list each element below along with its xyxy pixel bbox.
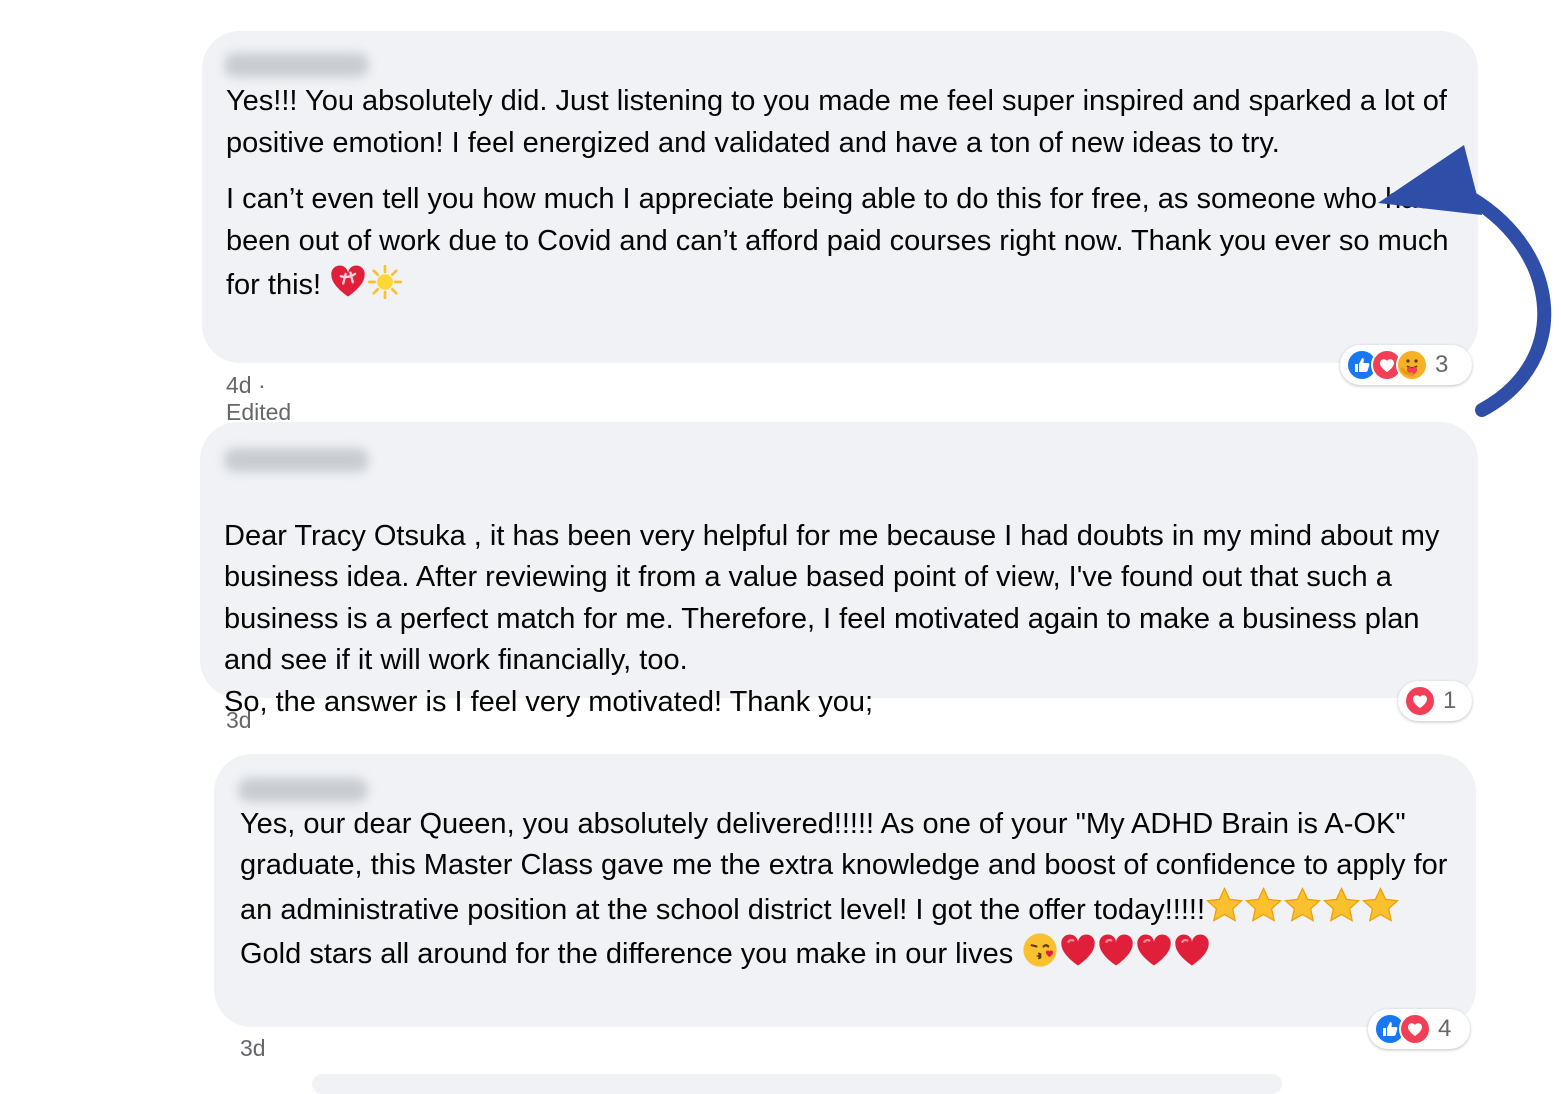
star-icon <box>1322 886 1361 925</box>
curved-arrow-icon <box>1378 145 1552 417</box>
heart-with-ribbon-icon <box>329 269 367 301</box>
comment-text: Dear Tracy Otsuka , it has been very hel… <box>224 474 1464 765</box>
comment-timestamp[interactable]: 3d <box>240 1035 266 1062</box>
author-name-blurred[interactable] <box>224 448 369 472</box>
comment-bubble: Yes, our dear Queen, you absolutely deli… <box>214 754 1476 1027</box>
comment-paragraph: Yes, our dear Queen, you absolutely deli… <box>240 808 1448 970</box>
love-icon <box>1404 685 1436 717</box>
author-name-blurred[interactable] <box>238 778 368 802</box>
comment-text: Yes, our dear Queen, you absolutely deli… <box>240 804 1460 975</box>
comment-text: Yes!!! You absolutely did. Just listenin… <box>226 81 1456 307</box>
star-icon <box>1244 886 1283 925</box>
reactions-summary[interactable]: 4 <box>1368 1009 1470 1049</box>
comment-bubble: Dear Tracy Otsuka , it has been very hel… <box>200 422 1478 718</box>
star-icon <box>1205 886 1244 925</box>
comment-paragraph: I can’t even tell you how much I appreci… <box>226 183 1449 301</box>
love-icon <box>1399 1013 1431 1045</box>
comment-paragraph: Dear Tracy Otsuka , it has been very hel… <box>224 519 1440 718</box>
star-icon <box>1283 886 1322 925</box>
comment-timestamp[interactable]: 4d · Edited <box>226 372 291 426</box>
next-comment-bubble-edge <box>312 1074 1282 1094</box>
stars-row <box>1205 894 1400 926</box>
kissing-face-icon <box>1021 931 1059 969</box>
comment-paragraph: Yes!!! You absolutely did. Just listenin… <box>226 85 1447 159</box>
heart-icon <box>1059 931 1097 969</box>
trailing-emoji <box>1021 938 1211 970</box>
heart-icon <box>1097 931 1135 969</box>
star-icon <box>1361 886 1400 925</box>
reaction-count: 1 <box>1443 687 1457 714</box>
sun-icon <box>367 269 403 301</box>
heart-icon <box>1173 931 1211 969</box>
heart-icon <box>1135 931 1173 969</box>
comment-timestamp[interactable]: 3d <box>226 707 252 734</box>
author-name-blurred[interactable] <box>224 53 369 77</box>
reaction-count: 4 <box>1438 1015 1452 1042</box>
comment-bubble: Yes!!! You absolutely did. Just listenin… <box>202 31 1478 363</box>
reactions-summary[interactable]: 1 <box>1398 681 1472 721</box>
